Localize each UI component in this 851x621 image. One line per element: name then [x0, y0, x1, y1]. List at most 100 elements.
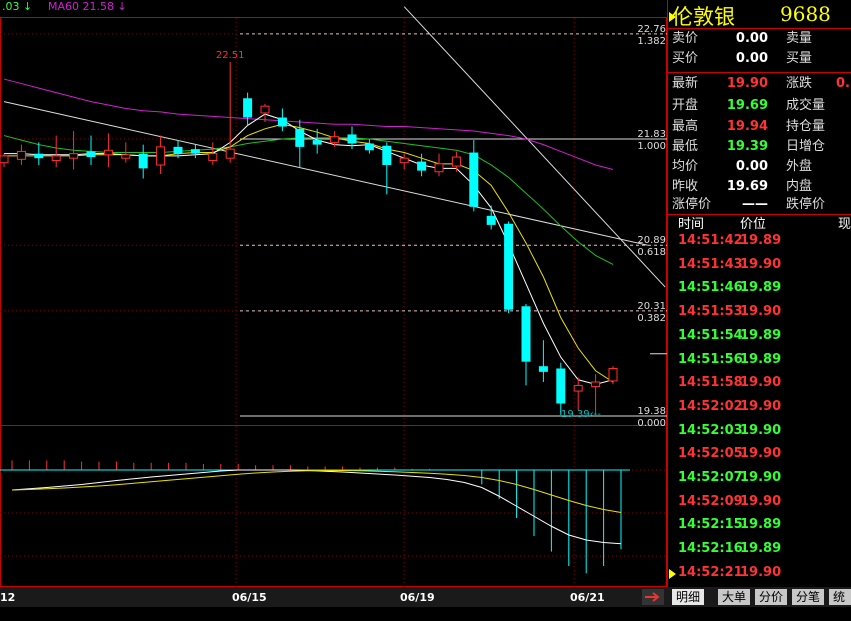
tick-time: 14:52:03: [678, 422, 743, 438]
quote-value: ——: [742, 197, 768, 212]
tick-row[interactable]: 14:52:0719.90: [678, 466, 781, 490]
candle-body: [103, 149, 113, 156]
quote-value: 0.00: [735, 51, 768, 66]
fib-price-label: 20.31: [637, 301, 666, 312]
tick-row[interactable]: 14:51:5619.89: [678, 348, 781, 372]
tick-row[interactable]: 14:51:5419.89: [678, 324, 781, 348]
tick-row[interactable]: 14:51:4219.89: [678, 229, 781, 253]
tick-row[interactable]: 14:51:4319.90: [678, 253, 781, 277]
quote-label-2: 卖量: [786, 31, 813, 46]
quote-label: 涨停价: [672, 197, 712, 212]
tick-time: 14:52:07: [678, 470, 743, 485]
tick-price: 19.90: [740, 398, 782, 414]
tick-time: 14:52:21: [678, 564, 743, 580]
tick-row[interactable]: 14:52:0319.90: [678, 419, 781, 443]
quote-panel: 伦敦银 9688 卖价 0.00 卖量买价 0.00 买量最新 19.90 涨跌 0.2 开盘 1…: [667, 0, 851, 607]
x-tick-label: 06/19: [400, 591, 435, 604]
quote-label-2: 日增仓: [786, 139, 826, 154]
candle-body: [591, 381, 601, 388]
candle-body: [434, 163, 444, 173]
tick-row[interactable]: 14:52:0919.90: [678, 490, 781, 514]
arrow-right-icon[interactable]: [642, 589, 664, 605]
quote-label: 昨收: [672, 179, 699, 194]
candle-body: [399, 157, 409, 164]
quote-label-2: 外盘: [786, 159, 813, 174]
tick-time: 14:51:56: [678, 351, 743, 367]
tick-time: 14:52:02: [678, 398, 743, 414]
tab-2[interactable]: 分价: [755, 589, 788, 605]
quote-value: 19.69: [726, 179, 768, 194]
candle-body: [277, 117, 287, 127]
tick-price: 19.90: [740, 564, 782, 580]
tick-row[interactable]: 14:52:0519.90: [678, 442, 781, 466]
candle-body: [208, 153, 218, 161]
quote-label-2: 内盘: [786, 179, 813, 194]
fib-price-label: 20.89: [637, 235, 666, 246]
quote-value: 0.00: [735, 31, 768, 46]
tick-row[interactable]: 14:52:0219.90: [678, 395, 781, 419]
tab-0[interactable]: 明细: [672, 589, 705, 605]
tick-price: 19.90: [740, 256, 782, 272]
candle-body: [51, 155, 61, 161]
tick-row[interactable]: 14:52:2119.90: [678, 561, 781, 585]
candle-body: [573, 384, 583, 392]
instrument-name: 伦敦银: [672, 5, 735, 29]
current-tick-marker-icon: [669, 569, 676, 579]
kline-chart[interactable]: 22.761.382 21.831.000 20.890.618 20.310.382…: [0, 0, 667, 607]
tick-price: 19.90: [740, 493, 782, 509]
tick-time: 14:51:54: [678, 327, 743, 343]
candle-body: [138, 153, 148, 169]
candle-body: [382, 145, 392, 165]
tick-time: 14:52:15: [678, 517, 743, 533]
tick-price: 19.89: [740, 233, 782, 248]
quote-header: 伦敦银 9688: [668, 0, 851, 29]
candle-body: [225, 148, 235, 159]
tick-price: 19.90: [740, 422, 782, 438]
quote-value: 19.94: [726, 119, 768, 134]
quote-label: 买价: [672, 51, 699, 66]
tick-header-extra: 现: [838, 217, 851, 232]
tick-price: 19.89: [740, 351, 782, 367]
candle-body: [608, 367, 618, 382]
fib-ratio-label: 0.382: [637, 313, 666, 324]
candle-body: [312, 140, 322, 145]
tick-time: 14:52:09: [678, 493, 743, 509]
tick-price: 19.90: [740, 304, 782, 320]
quote-label: 最新: [672, 76, 699, 91]
candle-body: [521, 306, 531, 362]
tick-row[interactable]: 14:52:1519.89: [678, 513, 781, 537]
tick-time: 14:51:42: [678, 233, 743, 248]
tick-price: 19.89: [740, 517, 782, 533]
candle-body: [364, 143, 374, 151]
ma-prev-label: .03 ↓: [2, 0, 33, 13]
fib-ratio-label: 0.000: [637, 418, 666, 429]
candle-body: [295, 128, 305, 147]
candle-body: [156, 146, 166, 166]
tick-row[interactable]: 14:51:4619.89: [678, 276, 781, 300]
quote-label-2: 涨跌: [786, 76, 813, 91]
candle-body: [34, 153, 44, 159]
quote-label: 最低: [672, 139, 699, 154]
candle-body: [243, 98, 253, 118]
candle-body: [538, 366, 548, 372]
candle-body: [190, 149, 200, 154]
quote-label-2: 跌停价: [786, 197, 826, 212]
candle-body: [469, 152, 479, 207]
candle-body: [260, 105, 270, 114]
tab-3[interactable]: 分笔: [792, 589, 825, 605]
quote-value: 19.69: [726, 98, 768, 113]
tab-4[interactable]: 统计: [829, 589, 851, 620]
instrument-code: 9688: [780, 2, 831, 26]
tick-time: 14:52:16: [678, 541, 743, 557]
tab-1[interactable]: 大单: [718, 589, 751, 605]
tick-row[interactable]: 14:51:5319.90: [678, 300, 781, 324]
candle-body: [504, 223, 514, 310]
fib-price-label: 21.83: [637, 129, 666, 140]
candle-body: [486, 215, 496, 225]
tick-row[interactable]: 14:52:1619.89: [678, 537, 781, 561]
quote-value-2: 0.2: [836, 76, 851, 91]
tick-price: 19.89: [740, 541, 782, 557]
fib-ratio-label: 1.382: [637, 36, 666, 47]
tick-row[interactable]: 14:51:5819.90: [678, 371, 781, 395]
quote-label: 开盘: [672, 98, 699, 113]
